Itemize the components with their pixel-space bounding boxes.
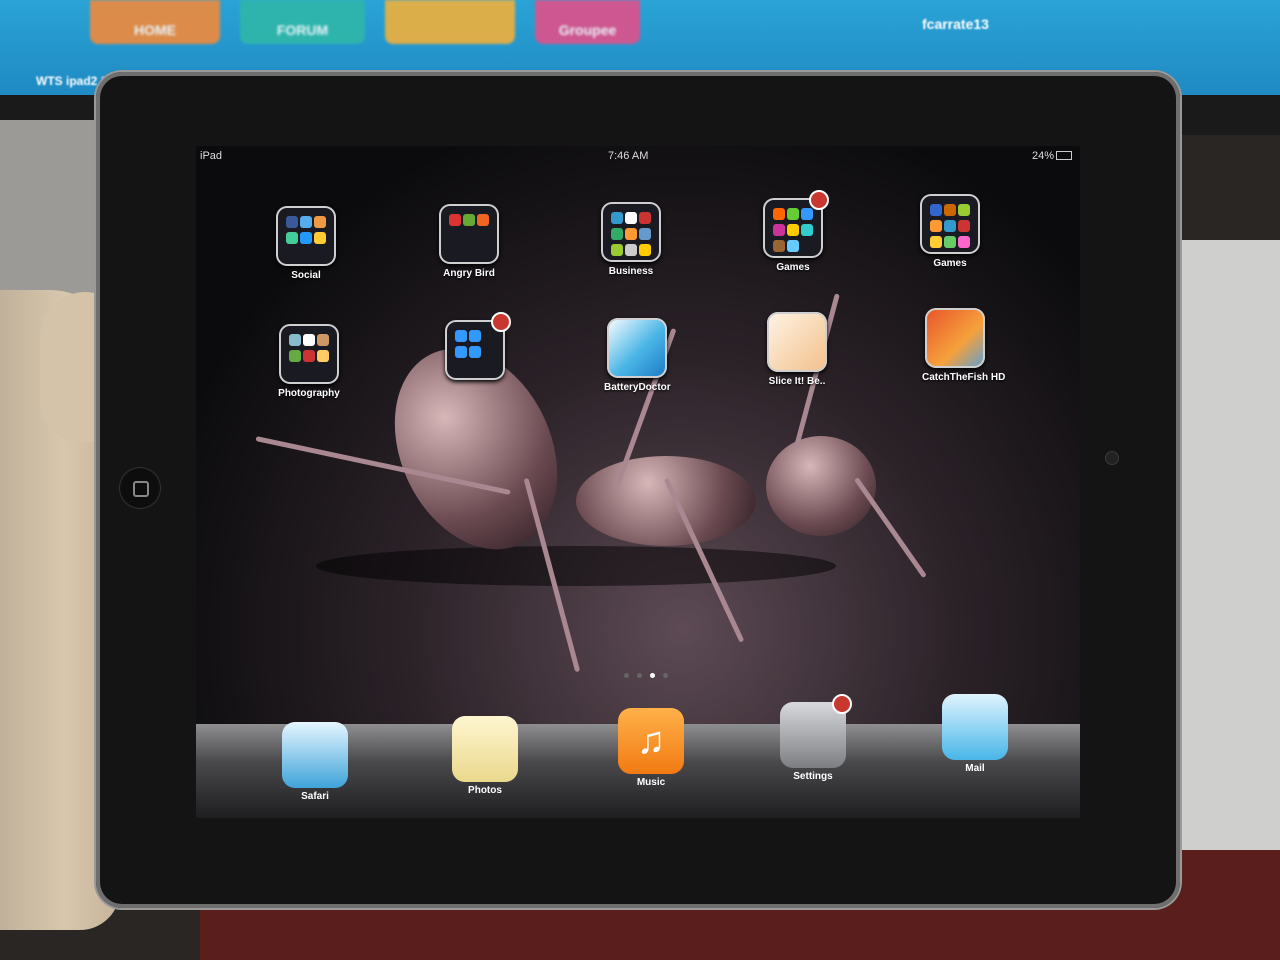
- dock-label: Settings: [793, 771, 833, 782]
- dock-label: Mail: [965, 763, 985, 774]
- photos-icon: [452, 716, 518, 782]
- ant-thorax: [576, 456, 756, 546]
- web-tab-groupee: Groupee: [535, 0, 640, 44]
- music-icon: ♫: [618, 708, 684, 774]
- dock-music[interactable]: ♫ Music: [616, 708, 686, 788]
- page-indicator[interactable]: [624, 673, 668, 678]
- dock-photos[interactable]: Photos: [450, 716, 520, 796]
- dock-label: Photos: [468, 785, 502, 796]
- notification-badge: [832, 694, 852, 714]
- dock-safari[interactable]: Safari: [280, 722, 350, 802]
- notification-badge: [809, 190, 829, 210]
- folder-business[interactable]: Business: [598, 202, 664, 277]
- folder-icon: [439, 204, 499, 264]
- web-tab-forum: FORUM: [240, 0, 365, 44]
- folder-icon: [279, 324, 339, 384]
- front-camera: [1106, 452, 1118, 464]
- ant-shadow: [316, 546, 836, 586]
- folder-photography[interactable]: Photography: [276, 324, 342, 399]
- battery-icon: [1056, 151, 1072, 160]
- slice-it-icon: [767, 312, 827, 372]
- home-button[interactable]: [120, 468, 160, 508]
- settings-icon: [780, 694, 852, 768]
- ipad-screen: iPad 7:46 AM 24% Social Angry Bird Busin…: [196, 146, 1080, 818]
- web-username: fcarrate13: [922, 16, 989, 32]
- dock-label: Safari: [301, 791, 329, 802]
- icon-label: Photography: [278, 388, 340, 399]
- folder-icon: [445, 312, 511, 380]
- safari-icon: [282, 722, 348, 788]
- notification-badge: [491, 312, 511, 332]
- folder-games-2[interactable]: Games: [917, 194, 983, 269]
- page-dot: [637, 673, 642, 678]
- folder-angry-bird[interactable]: Angry Bird: [436, 204, 502, 279]
- dock-mail[interactable]: Mail: [940, 694, 1010, 774]
- app-slice-it[interactable]: Slice It! Be..: [764, 312, 830, 387]
- ant-leg: [853, 477, 927, 579]
- icon-label: Business: [608, 266, 654, 277]
- home-square-icon: [133, 481, 149, 497]
- folder-social[interactable]: Social: [273, 206, 339, 281]
- folder-icon: [601, 202, 661, 262]
- dock-label: Music: [636, 777, 666, 788]
- page-dot-active: [650, 673, 655, 678]
- spotlight-dot: [624, 673, 629, 678]
- status-time: 7:46 AM: [608, 150, 649, 162]
- icon-label: Games: [933, 258, 967, 269]
- icon-label: Slice It! Be..: [768, 376, 826, 387]
- icon-label: Social: [291, 270, 321, 281]
- app-battery-doctor[interactable]: BatteryDoctor: [604, 318, 671, 393]
- folder-unlabeled[interactable]: [442, 312, 511, 384]
- icon-label: BatteryDoctor: [604, 382, 671, 393]
- battery-doctor-icon: [607, 318, 667, 378]
- icon-label: Games: [776, 262, 810, 273]
- folder-icon: [763, 190, 829, 258]
- folder-icon: [920, 194, 980, 254]
- icon-label: CatchTheFish HD: [922, 372, 1006, 383]
- icon-label: Angry Bird: [443, 268, 495, 279]
- dock-settings[interactable]: Settings: [778, 694, 852, 782]
- page-dot: [663, 673, 668, 678]
- status-battery-text: 24%: [1031, 150, 1054, 162]
- mail-icon: [942, 694, 1008, 760]
- web-tab-blank: [385, 0, 515, 44]
- web-tab-home: HOME: [90, 0, 220, 44]
- catch-the-fish-icon: [925, 308, 985, 368]
- app-catch-the-fish[interactable]: CatchTheFish HD: [922, 308, 1006, 383]
- folder-icon: [276, 206, 336, 266]
- status-carrier: iPad: [200, 150, 223, 162]
- folder-games-1[interactable]: Games: [760, 190, 829, 273]
